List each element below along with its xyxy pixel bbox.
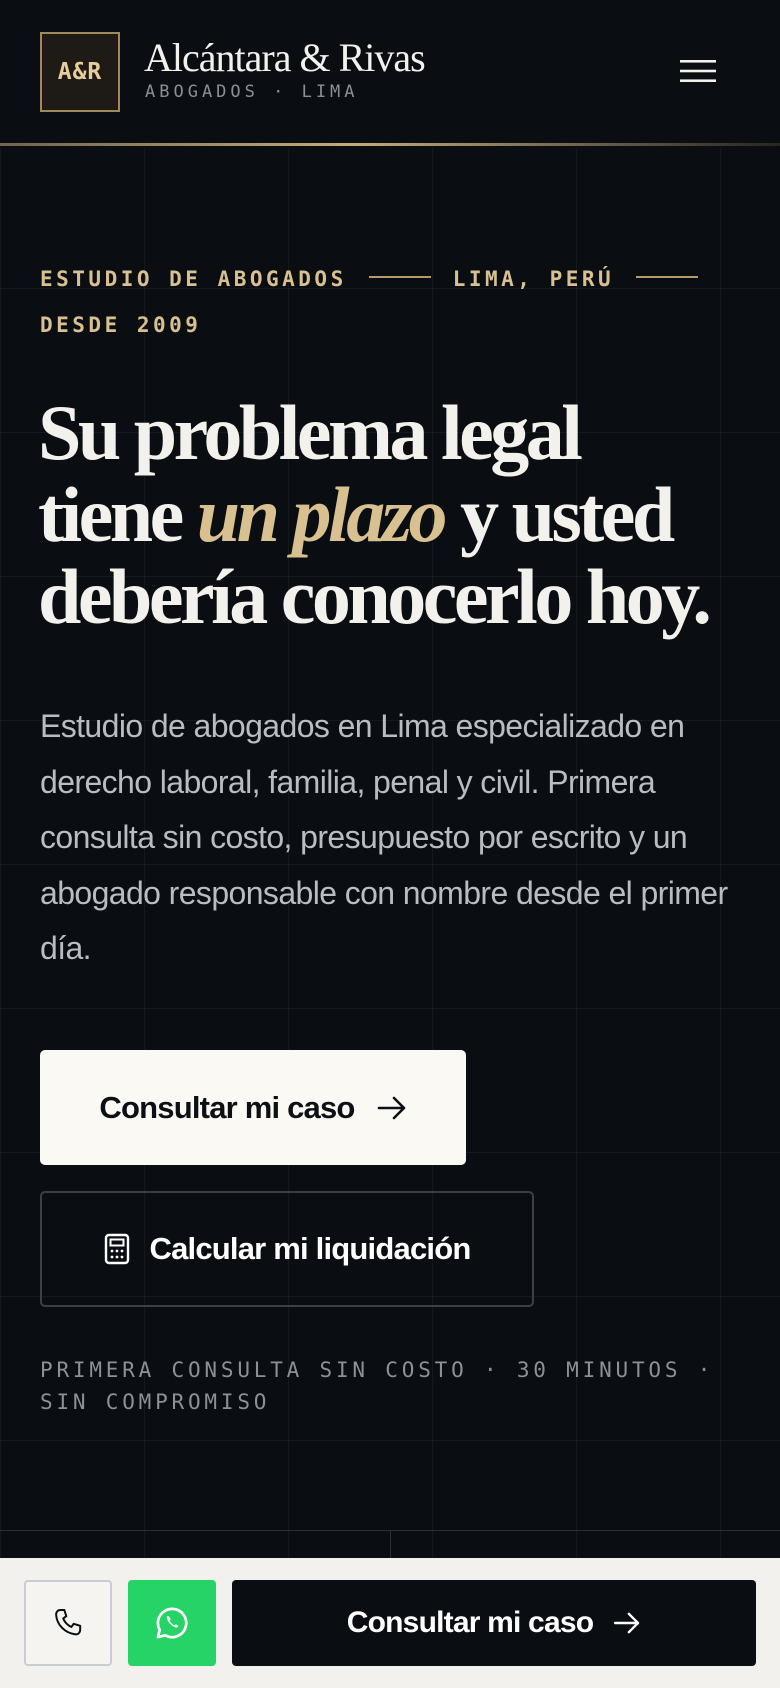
eyebrow-divider [636,276,699,278]
headline-accent: un plazo [196,471,448,558]
headline-line-2-end: y usted [444,471,675,558]
consult-case-button[interactable]: Consultar mi caso [40,1050,466,1165]
menu-button[interactable] [664,46,732,96]
section-divider-vertical [390,1530,391,1558]
bottom-consult-case-button[interactable]: Consultar mi caso [232,1580,756,1666]
eyebrow-firm-type: ESTUDIO DE ABOGADOS [40,267,347,291]
arrow-right-icon [614,1612,640,1634]
hamburger-menu-icon [680,60,716,82]
free-consult-note: PRIMERA CONSULTA SIN COSTO · 30 MINUTOS … [40,1358,715,1414]
eyebrow-divider [368,276,431,278]
calculate-settlement-label: Calcular mi liquidación [149,1231,472,1266]
bottom-consult-case-label: Consultar mi caso [346,1606,594,1639]
logo-monogram[interactable]: A&R [40,32,120,112]
consult-case-label: Consultar mi caso [99,1089,355,1125]
call-button[interactable] [24,1580,112,1666]
header-gold-rule [0,143,780,146]
headline-line-2-start: tiene [38,471,197,558]
whatsapp-icon [156,1607,188,1639]
hero-headline: Su problema legal tiene un plazo y usted… [38,392,758,638]
sticky-contact-bar: Consultar mi caso [0,1558,780,1688]
arrow-right-icon [377,1096,405,1119]
site-header: A&R Alcántara & Rivas ABOGADOS · LIMA [0,0,780,146]
eyebrow-since: DESDE 2009 [40,313,202,337]
phone-icon [55,1608,82,1636]
brand-name[interactable]: Alcántara & Rivas [144,34,426,81]
headline-line-3: debería conocerlo hoy. [38,553,712,640]
eyebrow-location: LIMA, PERÚ [452,267,615,291]
hero-lead: Estudio de abogados en Lima especializad… [40,708,728,966]
whatsapp-button[interactable] [128,1580,216,1666]
hero-eyebrow: ESTUDIO DE ABOGADOS LIMA, PERÚ DESDE 2009 [40,256,760,348]
calculator-icon [104,1233,129,1265]
brand-subtitle: ABOGADOS · LIMA [145,82,359,102]
headline-line-1: Su problema legal [38,389,583,476]
calculate-settlement-button[interactable]: Calcular mi liquidación [40,1191,534,1307]
